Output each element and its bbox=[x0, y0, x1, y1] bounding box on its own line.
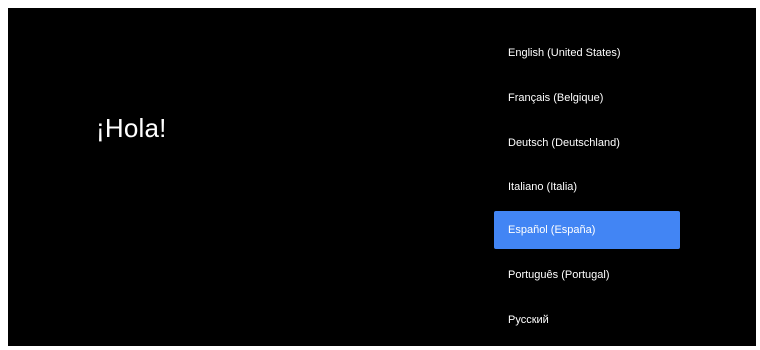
language-option-russian[interactable]: Русский bbox=[494, 301, 680, 339]
language-option-german[interactable]: Deutsch (Deutschland) bbox=[494, 124, 680, 162]
greeting-title: ¡Hola! bbox=[96, 113, 167, 143]
language-option-italian[interactable]: Italiano (Italia) bbox=[494, 168, 680, 206]
language-list: English (United States) Français (Belgiq… bbox=[494, 8, 680, 346]
language-option-english[interactable]: English (United States) bbox=[494, 34, 680, 72]
language-option-french[interactable]: Français (Belgique) bbox=[494, 79, 680, 117]
language-selection-screen: ¡Hola! English (United States) Français … bbox=[8, 8, 756, 346]
language-option-portuguese[interactable]: Português (Portugal) bbox=[494, 256, 680, 294]
language-option-spanish[interactable]: Español (España) bbox=[494, 211, 680, 249]
